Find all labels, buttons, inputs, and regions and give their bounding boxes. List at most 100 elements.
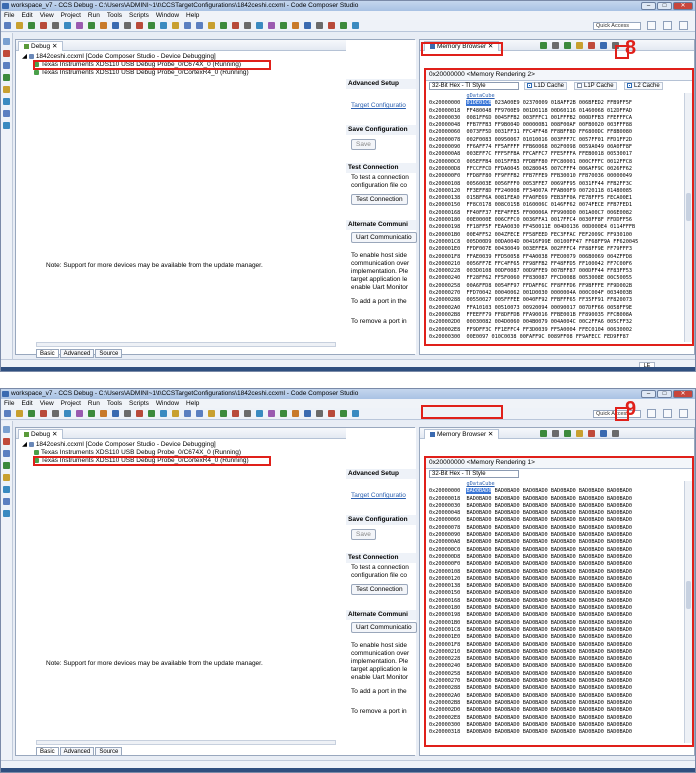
toolbar-button[interactable] xyxy=(64,22,71,29)
tab-basic[interactable]: Basic xyxy=(36,349,59,358)
memory-row[interactable]: 0x20000270 BAD0BAD0 BAD0BAD0 BAD0BAD0 BA… xyxy=(429,678,682,685)
side-tool-icon[interactable] xyxy=(3,86,10,93)
memory-row[interactable]: 0x20000150 BAD0BAD0 BAD0BAD0 BAD0BAD0 BA… xyxy=(429,590,682,597)
toolbar-button[interactable] xyxy=(196,22,203,29)
memory-toolbar-button[interactable] xyxy=(552,42,559,49)
memory-row[interactable]: 0x20000018 FF480048 FF9700E9 001D0118 00… xyxy=(429,108,682,115)
memory-row[interactable]: 0x20000048 BAD0BAD0 BAD0BAD0 BAD0BAD0 BA… xyxy=(429,510,682,517)
edit-perspective-button[interactable] xyxy=(679,409,688,418)
memory-row[interactable]: 0x20000198 BAD0BAD0 BAD0BAD0 BAD0BAD0 BA… xyxy=(429,612,682,619)
minimize-button[interactable]: – xyxy=(641,390,656,398)
tab-debug[interactable]: Debug ✕ xyxy=(18,429,64,439)
tab-memory-browser[interactable]: Memory Browser ✕ xyxy=(424,429,500,439)
toolbar-button[interactable] xyxy=(136,410,143,417)
side-tool-icon[interactable] xyxy=(3,450,10,457)
toolbar-button[interactable] xyxy=(232,22,239,29)
toolbar-button[interactable] xyxy=(184,410,191,417)
cache-checkbox[interactable]: L1D Cache xyxy=(524,82,568,90)
memory-row[interactable]: 0x20000258 00A6FFD8 0054FF97 FFDAFF6C FF… xyxy=(429,283,682,290)
side-tool-icon[interactable] xyxy=(3,98,10,105)
toolbar-button[interactable] xyxy=(160,22,167,29)
toolbar-button[interactable] xyxy=(28,22,35,29)
memory-row[interactable]: 0x20000240 BAD0BAD0 BAD0BAD0 BAD0BAD0 BA… xyxy=(429,663,682,670)
tab-advanced[interactable]: Advanced xyxy=(59,349,95,358)
menu-item-help[interactable]: Help xyxy=(186,399,199,408)
memory-toolbar-button[interactable] xyxy=(540,42,547,49)
debug-perspective-button[interactable] xyxy=(663,409,672,418)
memory-row[interactable]: 0x200002E8 FF9DFF3C FF1EFFC4 FF3D0039 FF… xyxy=(429,327,682,334)
save-button[interactable]: Save xyxy=(351,529,376,540)
toolbar-button[interactable] xyxy=(208,410,215,417)
close-tab-icon[interactable]: ✕ xyxy=(50,431,57,438)
scroll-thumb[interactable] xyxy=(686,581,691,609)
toolbar-button[interactable] xyxy=(172,410,179,417)
menu-item-file[interactable]: File xyxy=(4,11,14,20)
toolbar-button[interactable] xyxy=(16,410,23,417)
memory-row[interactable]: 0x20000300 BAD0BAD0 BAD0BAD0 BAD0BAD0 BA… xyxy=(429,722,682,729)
memory-row[interactable]: 0x20000120 FF3EFF8D FF240008 FF34007A FF… xyxy=(429,188,682,195)
selected-word[interactable]: BAD0BAD0 xyxy=(466,488,492,495)
vertical-scrollbar[interactable] xyxy=(684,93,692,342)
side-tool-icon[interactable] xyxy=(3,62,10,69)
memory-row[interactable]: 0x200000A8 003EFF7C FFF5FFBA FFCAFFC7 FF… xyxy=(429,151,682,158)
toolbar-button[interactable] xyxy=(76,22,83,29)
toolbar-button[interactable] xyxy=(112,410,119,417)
memory-row[interactable]: 0x20000300 00E0097 010C0038 00FAFF9C 008… xyxy=(429,334,682,341)
toolbar-button[interactable] xyxy=(76,410,83,417)
toolbar-button[interactable] xyxy=(100,410,107,417)
toolbar-button[interactable] xyxy=(220,22,227,29)
memory-row[interactable]: 0x20000150 FF8C0178 008C015B 0160006C 01… xyxy=(429,202,682,209)
memory-toolbar-button[interactable] xyxy=(576,42,583,49)
memory-row[interactable]: 0x200002A0 FFA10103 00510073 00920094 00… xyxy=(429,305,682,312)
memory-row[interactable]: 0x200001F8 FFAE0039 FFD50058 FF4A0038 FF… xyxy=(429,254,682,261)
memory-row[interactable]: 0x20000168 FF40FF37 FEF4FFE5 FF00006A FF… xyxy=(429,210,682,217)
side-tool-icon[interactable] xyxy=(3,110,10,117)
side-tool-icon[interactable] xyxy=(3,462,10,469)
toolbar-button[interactable] xyxy=(256,22,263,29)
memory-row[interactable]: 0x20000288 BAD0BAD0 BAD0BAD0 BAD0BAD0 BA… xyxy=(429,685,682,692)
perspective-button[interactable] xyxy=(647,409,656,418)
toolbar-button[interactable] xyxy=(160,410,167,417)
toolbar-button[interactable] xyxy=(100,22,107,29)
tab-source[interactable]: Source xyxy=(95,349,123,358)
memory-row[interactable]: 0x20000138 BAD0BAD0 BAD0BAD0 BAD0BAD0 BA… xyxy=(429,583,682,590)
side-tool-icon[interactable] xyxy=(3,438,10,445)
memory-row[interactable]: 0x20000210 BAD0BAD0 BAD0BAD0 BAD0BAD0 BA… xyxy=(429,649,682,656)
vertical-scrollbar[interactable] xyxy=(684,481,692,743)
memory-row[interactable]: 0x200002A0 BAD0BAD0 BAD0BAD0 BAD0BAD0 BA… xyxy=(429,693,682,700)
memory-row[interactable]: 0x200001E0 BAD0BAD0 BAD0BAD0 BAD0BAD0 BA… xyxy=(429,634,682,641)
maximize-button[interactable]: □ xyxy=(657,2,672,10)
memory-row[interactable]: 0x200002B8 FFEEFF79 FF8DFFDB FFA90016 FF… xyxy=(429,312,682,319)
side-tool-icon[interactable] xyxy=(3,474,10,481)
memory-row[interactable]: 0x20000018 BAD0BAD0 BAD0BAD0 BAD0BAD0 BA… xyxy=(429,496,682,503)
memory-row[interactable]: 0x20000180 BAD0BAD0 BAD0BAD0 BAD0BAD0 BA… xyxy=(429,605,682,612)
menu-item-view[interactable]: View xyxy=(40,399,54,408)
cache-checkbox[interactable]: L1P Cache xyxy=(574,82,617,90)
memory-toolbar-button[interactable] xyxy=(576,430,583,437)
memory-row[interactable]: 0x200001C8 BAD0BAD0 BAD0BAD0 BAD0BAD0 BA… xyxy=(429,627,682,634)
toolbar-button[interactable] xyxy=(148,22,155,29)
toolbar-button[interactable] xyxy=(256,410,263,417)
test-connection-button[interactable]: Test Connection xyxy=(351,194,408,205)
style-select[interactable]: 32-Bit Hex - TI Style xyxy=(429,470,519,478)
toolbar-button[interactable] xyxy=(28,410,35,417)
test-connection-button[interactable]: Test Connection xyxy=(351,584,408,595)
minimize-button[interactable]: – xyxy=(641,2,656,10)
memory-row[interactable]: 0x20000288 00550027 005FFFEE 0040FF92 FF… xyxy=(429,297,682,304)
target-config-link[interactable]: Target Configuratio xyxy=(351,492,406,499)
side-tool-icon[interactable] xyxy=(3,510,10,517)
quick-access-input[interactable]: Quick Access xyxy=(593,22,641,30)
menu-item-view[interactable]: View xyxy=(40,11,54,20)
memory-row[interactable]: 0x20000078 BAD0BAD0 BAD0BAD0 BAD0BAD0 BA… xyxy=(429,525,682,532)
toolbar-button[interactable] xyxy=(292,22,299,29)
memory-row[interactable]: 0x20000030 0081FF6D 0045FFB2 003FFFC1 00… xyxy=(429,115,682,122)
toolbar-button[interactable] xyxy=(352,22,359,29)
toolbar-button[interactable] xyxy=(4,22,11,29)
close-button[interactable]: ✕ xyxy=(673,390,693,398)
side-tool-icon[interactable] xyxy=(3,426,10,433)
toolbar-button[interactable] xyxy=(124,22,131,29)
toolbar-button[interactable] xyxy=(112,22,119,29)
toolbar-button[interactable] xyxy=(340,410,347,417)
memory-row[interactable]: 0x20000000 01DE01CB 023A00E9 02370009 01… xyxy=(429,100,682,107)
toolbar-button[interactable] xyxy=(52,410,59,417)
